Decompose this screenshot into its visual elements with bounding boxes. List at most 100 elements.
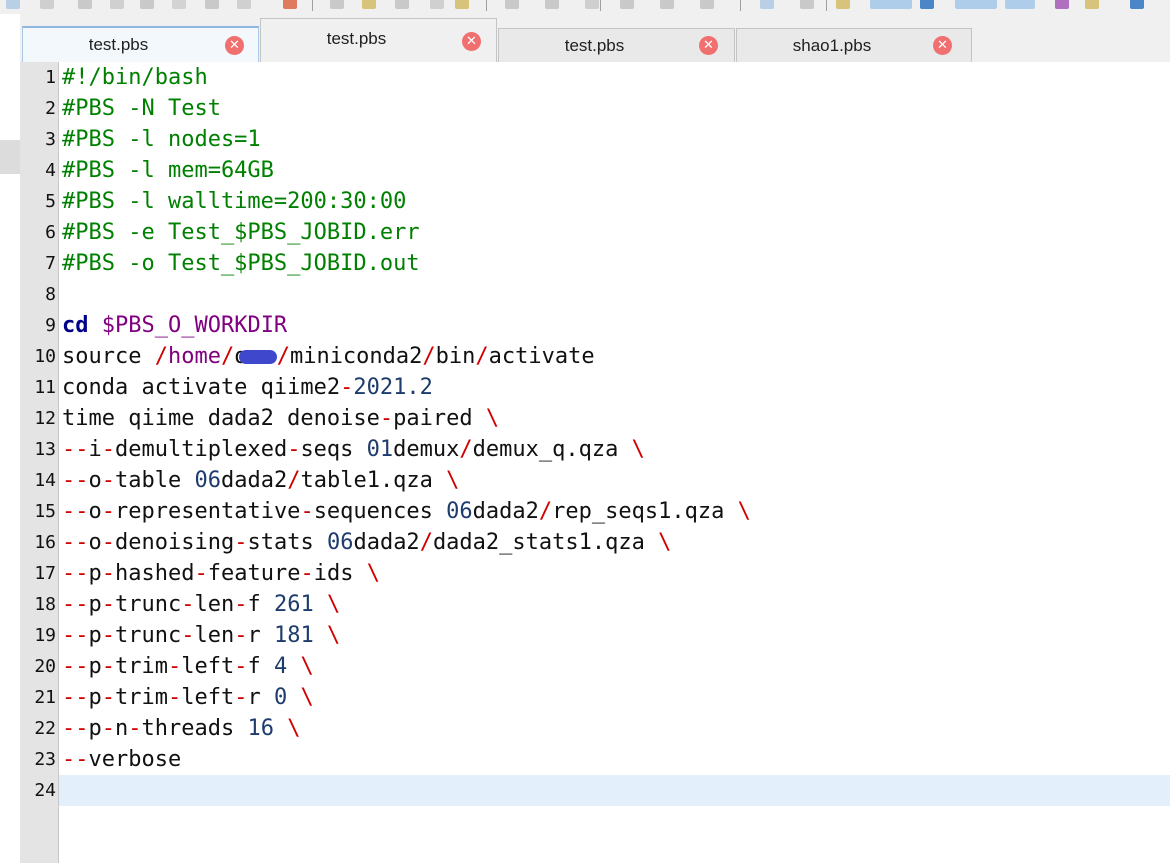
code-token: -: [101, 654, 115, 679]
show-all-icon[interactable]: [660, 0, 674, 9]
code-token: #PBS -l walltime=200:30:00: [62, 189, 407, 214]
folder-workspace-icon[interactable]: [955, 0, 997, 9]
code-token: --: [62, 530, 89, 555]
code-token: -: [181, 623, 195, 648]
zoom-in-icon[interactable]: [505, 0, 519, 9]
line-number: 12: [34, 408, 56, 429]
code-token: -: [234, 654, 248, 679]
code-token: \: [287, 716, 301, 741]
code-token: 06: [194, 468, 221, 493]
macro-stop-icon[interactable]: [800, 0, 814, 9]
code-token: /: [220, 344, 235, 369]
save-icon[interactable]: [78, 0, 92, 9]
side-panel-handle[interactable]: [0, 140, 20, 174]
line-number: 5: [45, 191, 56, 212]
sync-scroll-icon[interactable]: [585, 0, 599, 9]
code-token: -: [101, 623, 115, 648]
code-token: left: [181, 685, 235, 710]
close-tab-icon[interactable]: ✕: [933, 36, 952, 55]
code-token: 2021.2: [353, 375, 433, 400]
copy-icon[interactable]: [330, 0, 344, 9]
run-icon[interactable]: [1085, 0, 1099, 9]
code-token: -: [101, 561, 115, 586]
undo-icon[interactable]: [237, 0, 251, 9]
code-token: p: [88, 685, 102, 710]
code-token: p: [88, 592, 102, 617]
code-token: o: [88, 530, 102, 555]
function-list-icon[interactable]: [870, 0, 912, 9]
code-token: table1.qza: [300, 468, 447, 493]
tab-test-pbs-1[interactable]: test.pbs ✕: [22, 26, 259, 62]
line-number: 23: [34, 749, 56, 770]
close-tab-icon[interactable]: ✕: [462, 32, 481, 51]
code-token: -: [300, 499, 314, 524]
code-text: #PBS -l mem=64GB: [62, 155, 274, 186]
line-number: 22: [34, 718, 56, 739]
close-file-icon[interactable]: [140, 0, 154, 9]
line-number: 14: [34, 470, 56, 491]
code-token: \: [326, 623, 341, 648]
code-token: -: [340, 375, 354, 400]
zoom-out-icon[interactable]: [545, 0, 559, 9]
code-token: seqs: [300, 437, 367, 462]
line-number: 19: [34, 625, 56, 646]
paste-icon[interactable]: [362, 0, 376, 9]
line-number: 9: [45, 315, 56, 336]
code-token: --: [62, 623, 89, 648]
code-token: -: [234, 685, 248, 710]
code-token: demultiplexed: [115, 437, 288, 462]
code-token: rep_seqs1.qza: [552, 499, 738, 524]
code-token: --: [62, 747, 89, 772]
line-number: 2: [45, 98, 56, 119]
macro-record-icon[interactable]: [760, 0, 774, 9]
replace-icon[interactable]: [455, 0, 469, 9]
monitor-icon[interactable]: [1005, 0, 1035, 9]
line-number: 15: [34, 501, 56, 522]
code-token: -: [101, 685, 115, 710]
close-tab-icon[interactable]: ✕: [699, 36, 718, 55]
open-file-icon[interactable]: [40, 0, 54, 9]
print-icon[interactable]: [205, 0, 219, 9]
code-token: activate: [488, 344, 595, 369]
code-token: 16: [247, 716, 274, 741]
code-token: trunc: [115, 623, 182, 648]
macro-icon[interactable]: [1055, 0, 1069, 9]
indent-guide-icon[interactable]: [700, 0, 714, 9]
code-token: /: [154, 344, 168, 369]
code-token: /: [276, 344, 290, 369]
code-token: bin: [435, 344, 476, 369]
code-token: ids: [313, 561, 367, 586]
macro-play-icon[interactable]: [836, 0, 850, 9]
save-all-icon[interactable]: [110, 0, 124, 9]
find-icon[interactable]: [430, 0, 444, 9]
tab-bar: test.pbs ✕ test.pbs ✕ test.pbs ✕ shao1.p…: [20, 14, 1170, 63]
code-text: --o-table 06dada2/table1.qza \: [62, 465, 459, 496]
code-text: conda activate qiime2-2021.2: [62, 372, 433, 403]
tab-test-pbs-3[interactable]: test.pbs ✕: [498, 28, 735, 62]
code-token: source: [62, 344, 155, 369]
document-map-icon[interactable]: [920, 0, 934, 9]
redaction-mark: [238, 350, 277, 364]
close-tab-icon[interactable]: ✕: [225, 36, 244, 55]
redo-icon[interactable]: [395, 0, 409, 9]
cut-icon[interactable]: [283, 0, 297, 9]
spell-check-icon[interactable]: [1130, 0, 1144, 9]
wrap-icon[interactable]: [620, 0, 634, 9]
line-number: 3: [45, 129, 56, 150]
code-token: r: [247, 685, 274, 710]
code-token: trim: [115, 685, 168, 710]
close-all-icon[interactable]: [172, 0, 186, 9]
code-token: /: [459, 437, 473, 462]
tab-shao1-pbs[interactable]: shao1.pbs ✕: [736, 28, 972, 62]
tab-test-pbs-2[interactable]: test.pbs ✕: [260, 18, 497, 62]
code-token: #PBS -o Test_$PBS_JOBID.out: [62, 251, 420, 276]
code-token: -: [287, 437, 301, 462]
line-number: 20: [34, 656, 56, 677]
code-token: dada2_stats1.qza: [432, 530, 659, 555]
code-token: p: [88, 716, 102, 741]
new-file-icon[interactable]: [6, 0, 20, 9]
code-token: len: [194, 623, 235, 648]
code-text: --p-hashed-feature-ids \: [62, 558, 380, 589]
code-text: --i-demultiplexed-seqs 01demux/demux_q.q…: [62, 434, 645, 465]
